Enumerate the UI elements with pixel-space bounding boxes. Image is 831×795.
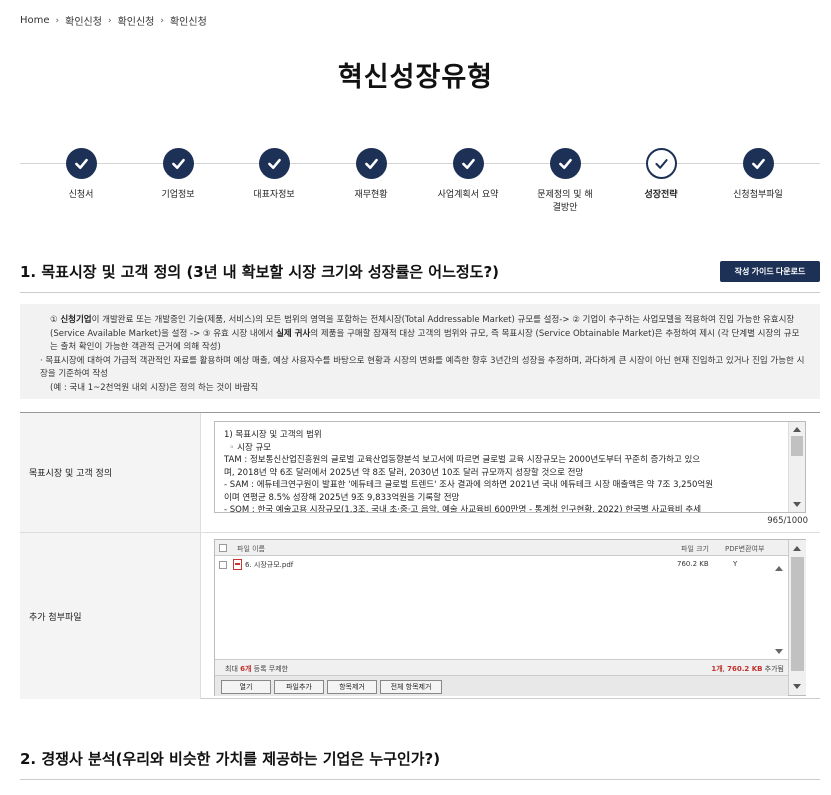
- file-list-scrollbar[interactable]: [771, 557, 788, 659]
- form-table: 목표시장 및 고객 정의 1) 목표시장 및 고객의 범위 ◦ 시장 규모 TAM…: [20, 412, 820, 699]
- step-item: 신청첨부파일: [710, 148, 806, 202]
- textarea-line: TAM : 정보통신산업진흥원의 글로벌 교육산업동향분석 보고서에 따르면 글…: [224, 455, 701, 465]
- step-label: 신청서: [68, 190, 94, 200]
- row-label: 목표시장 및 고객 정의: [20, 413, 201, 532]
- step-item: 문제정의 및 해결방안: [517, 148, 613, 215]
- chevron-right-icon: ›: [55, 15, 60, 26]
- file-list-header: 파일 이름 파일 크기 PDF변환여부: [215, 540, 788, 556]
- textarea-line: 이며 연평균 8.5% 성장해 2025년 9조 9,833억원을 기록할 전망: [224, 492, 460, 503]
- notice-line-3: (예 : 국내 1~2천억원 내외 시장)은 정의 하는 것이 바람직: [50, 382, 259, 393]
- check-icon: [742, 148, 774, 179]
- breadcrumb-item[interactable]: 확인신청: [65, 13, 102, 28]
- step-label: 재무현황: [354, 190, 388, 200]
- breadcrumb-item[interactable]: 확인신청: [118, 13, 155, 28]
- divider: [20, 292, 820, 293]
- step-label: 성장전략: [644, 190, 678, 200]
- progress-steps: 신청서 기업정보 대표자정보 재무현황 사업계획서 요약 문제정의 및 해결방안 성장전략 신…: [20, 145, 820, 225]
- check-icon: [355, 148, 387, 179]
- scroll-up-icon[interactable]: [775, 566, 783, 571]
- breadcrumb-item: 확인신청: [169, 17, 207, 28]
- file-name: 6. 시장규모.pdf: [245, 561, 294, 569]
- file-row[interactable]: 6. 시장규모.pdf 760.2 KB Y: [215, 558, 770, 572]
- textarea-line: - SAM : 에듀테크연구원이 발표한 '에듀테크 글로벌 트렌드' 조사 결…: [224, 480, 714, 490]
- section-title: 1. 목표시장 및 고객 정의 (3년 내 확보할 시장 크기와 성장률은 어느…: [20, 263, 500, 281]
- step-item: 기업정보: [130, 148, 226, 202]
- target-market-textarea[interactable]: 1) 목표시장 및 고객의 범위 ◦ 시장 규모 TAM : 정보통신산업진흥원의…: [214, 421, 806, 513]
- add-file-button[interactable]: 파일추가: [274, 680, 324, 694]
- section-title: 2. 경쟁사 분석(우리와 비슷한 가치를 제공하는 기업은 누구인가?): [20, 750, 441, 768]
- step-label: 사업계획서 요약: [437, 190, 499, 200]
- scroll-down-icon[interactable]: [793, 502, 801, 507]
- textarea-content[interactable]: 1) 목표시장 및 고객의 범위 ◦ 시장 규모 TAM : 정보통신산업진흥원의…: [224, 429, 785, 513]
- open-button[interactable]: 열기: [221, 680, 271, 694]
- col-file-name[interactable]: 파일 이름: [237, 544, 265, 554]
- guide-download-button[interactable]: 작성 가이드 다운로드: [720, 261, 820, 282]
- textarea-line: 1) 목표시장 및 고객의 범위: [224, 430, 322, 440]
- breadcrumb-home[interactable]: Home: [20, 15, 50, 26]
- textarea-line: - SOM : 한국 예술고용 시장규모(1.3조, 국내 초·중·고 음악, …: [224, 505, 702, 513]
- step-label: 기업정보: [161, 190, 195, 200]
- step-label: 문제정의 및 해결방안: [537, 190, 593, 213]
- file-pdf-flag: Y: [733, 560, 738, 568]
- check-icon: [452, 148, 484, 179]
- step-item: 사업계획서 요약: [420, 148, 516, 202]
- textarea-scrollbar[interactable]: [788, 422, 805, 512]
- scroll-thumb[interactable]: [791, 436, 803, 456]
- step-item: 대표자정보: [226, 148, 322, 202]
- check-icon: [549, 148, 581, 179]
- pdf-file-icon: [233, 559, 242, 570]
- table-row: 목표시장 및 고객 정의 1) 목표시장 및 고객의 범위 ◦ 시장 규모 TAM…: [20, 413, 820, 533]
- col-file-size[interactable]: 파일 크기: [681, 544, 709, 554]
- step-label: 신청첨부파일: [733, 190, 783, 200]
- remove-item-button[interactable]: 항목제거: [327, 680, 377, 694]
- upload-limit: 최대 6개 등록 무제한: [225, 665, 289, 673]
- select-all-checkbox[interactable]: [219, 544, 227, 552]
- step-item: 재무현황: [323, 148, 419, 202]
- chevron-right-icon: ›: [160, 15, 164, 26]
- textarea-line: ◦ 시장 규모: [224, 442, 272, 453]
- page-title: 혁신성장유형: [337, 62, 494, 93]
- uploader-scrollbar[interactable]: [789, 540, 806, 695]
- scroll-down-icon[interactable]: [775, 649, 783, 654]
- step-item: 신청서: [33, 148, 129, 202]
- upload-total: 1개, 760.2 KB 추가됨: [711, 665, 784, 673]
- table-row: 추가 첨부파일 파일 이름 파일 크기 PDF변환여부 6. 시장규모.pdf …: [20, 533, 820, 699]
- scroll-up-icon[interactable]: [793, 427, 801, 432]
- row-content: 1) 목표시장 및 고객의 범위 ◦ 시장 규모 TAM : 정보통신산업진흥원의…: [201, 413, 820, 532]
- remove-all-button[interactable]: 전체 항목제거: [380, 680, 442, 694]
- notice-line-1: ① 신청기업이 개발완료 또는 개발중인 기술(제품, 서비스)의 모든 범위의…: [50, 315, 800, 352]
- scroll-thumb[interactable]: [791, 557, 804, 671]
- check-icon: [162, 148, 194, 179]
- row-label: 추가 첨부파일: [20, 533, 201, 699]
- textarea-line: 며, 2018년 약 6조 달러에서 2025년 약 8조 달러, 2030년 …: [224, 467, 584, 478]
- breadcrumb: Home › 확인신청 › 확인신청 › 확인신청: [20, 13, 207, 28]
- file-checkbox[interactable]: [219, 561, 227, 569]
- step-item: 성장전략: [613, 148, 709, 202]
- divider: [20, 779, 820, 780]
- uploader-button-bar: 열기 파일추가 항목제거 전체 항목제거: [215, 675, 788, 696]
- check-icon: [258, 148, 290, 179]
- check-icon: [645, 148, 677, 179]
- uploader-footer: 최대 6개 등록 무제한 1개, 760.2 KB 추가됨: [215, 659, 788, 675]
- scroll-up-icon[interactable]: [793, 546, 801, 551]
- file-size: 760.2 KB: [677, 560, 709, 568]
- file-uploader[interactable]: 파일 이름 파일 크기 PDF변환여부 6. 시장규모.pdf 760.2 KB…: [214, 539, 806, 696]
- notice-line-2: · 목표시장에 대하여 가급적 객관적인 자료를 활용하며 예상 매출, 예상 …: [40, 355, 805, 380]
- scroll-down-icon[interactable]: [793, 684, 801, 689]
- char-count: 965/1000: [767, 516, 808, 526]
- chevron-right-icon: ›: [107, 15, 112, 26]
- step-label: 대표자정보: [253, 190, 295, 200]
- row-content: 파일 이름 파일 크기 PDF변환여부 6. 시장규모.pdf 760.2 KB…: [201, 533, 820, 699]
- check-icon: [65, 148, 97, 179]
- col-pdf-convert[interactable]: PDF변환여부: [725, 544, 764, 554]
- guide-notice: ① 신청기업이 개발완료 또는 개발중인 기술(제품, 서비스)의 모든 범위의…: [20, 304, 820, 399]
